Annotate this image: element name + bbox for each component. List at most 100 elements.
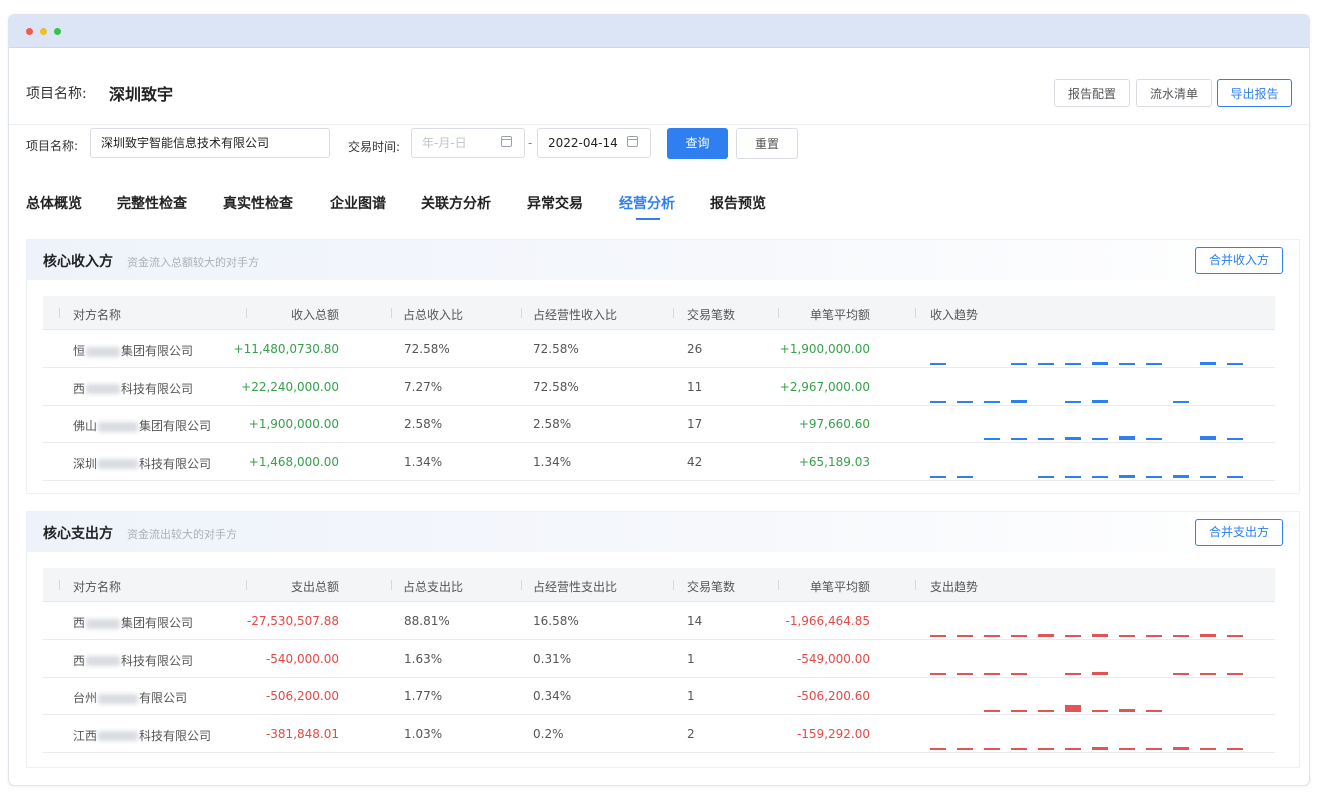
trade-count: 14 — [687, 614, 703, 628]
trend-bar — [1173, 635, 1189, 637]
counterparty-name-prefix: 恒 — [73, 344, 86, 358]
project-label: 项目名称: — [26, 86, 87, 102]
counterparty-name-prefix: 西 — [73, 616, 86, 630]
counterparty-name-prefix: 西 — [73, 653, 86, 668]
trend-bar — [1092, 634, 1108, 637]
average-amount: -549,000.00 — [796, 651, 870, 666]
trend-bar — [1200, 475, 1216, 478]
redacted-name-mask — [98, 459, 139, 469]
trend-bar — [1119, 635, 1135, 637]
column-header[interactable]: 交易笔数 — [687, 578, 735, 595]
counterparty-name-suffix: 科技有限公司 — [121, 653, 194, 668]
trade-count: 1 — [687, 689, 695, 703]
average-amount: +65,189.03 — [798, 454, 870, 469]
column-header[interactable]: 交易笔数 — [687, 306, 735, 323]
column-header[interactable]: 收入趋势 — [930, 306, 978, 323]
table-row[interactable]: 深圳 科技有限公司 +1,468,000.00 1.34% 1.34% 42 +65,189… — [43, 443, 1275, 481]
tab-overview[interactable]: 总体概览 — [26, 193, 82, 213]
counterparty-name-prefix: 深圳 — [73, 456, 98, 471]
trend-bar — [1200, 362, 1216, 365]
column-header[interactable]: 单笔平均额 — [810, 306, 870, 323]
column-header[interactable]: 对方名称 — [73, 306, 121, 323]
project-name-input[interactable]: 深圳致宇智能信息技术有限公司 — [90, 128, 330, 158]
column-separator — [915, 308, 916, 318]
column-separator — [778, 308, 779, 318]
total-amount: +1,900,000.00 — [248, 417, 339, 431]
column-header[interactable]: 占总收入比 — [403, 306, 463, 323]
column-separator — [246, 580, 247, 590]
trend-sparkline — [930, 602, 1250, 639]
average-amount: -159,292.00 — [796, 726, 870, 741]
query-button[interactable]: 查询 — [667, 128, 728, 159]
trend-bar — [1038, 438, 1054, 440]
minimize-window-dot[interactable] — [40, 28, 47, 35]
column-separator — [59, 580, 60, 590]
trend-bar — [1146, 710, 1162, 712]
trend-bar — [1065, 400, 1081, 403]
expense-table-header: 对方名称 支出总额 占总支出比 占经营性支出比 交易笔数 单笔平均额 支出趋势 — [43, 568, 1275, 602]
table-row[interactable]: 江西 科技有限公司 -381,848.01 1.03% 0.2% 2 -159,292.00 — [43, 715, 1275, 753]
date-range-dash: - — [528, 136, 533, 150]
redacted-name-mask — [98, 693, 139, 704]
maximize-window-dot[interactable] — [54, 28, 61, 35]
trend-bar — [957, 635, 973, 637]
table-row[interactable]: 西 科技有限公司 -540,000.00 1.63% 0.31% 1 -549,000.00 — [43, 640, 1275, 678]
app-window: 项目名称: 深圳致宇 报告配置 流水清单 导出报告 项目名称: 深圳致宇智能信息… — [8, 14, 1310, 786]
expense-section-subtitle: 资金流出较大的对手方 — [127, 528, 237, 541]
trade-count: 26 — [687, 342, 703, 356]
column-header[interactable]: 单笔平均额 — [810, 578, 870, 595]
table-row[interactable]: 西 集团有限公司 -27,530,507.88 88.81% 16.58% 14 -1,96… — [43, 602, 1275, 640]
end-date-input[interactable]: 2022-04-14 — [537, 128, 651, 158]
trend-bar — [930, 672, 946, 675]
report-config-button[interactable]: 报告配置 — [1054, 79, 1130, 107]
tab-enterprise-graph[interactable]: 企业图谱 — [330, 193, 386, 213]
merge-income-button[interactable]: 合并收入方 — [1195, 247, 1283, 274]
tab-report-preview[interactable]: 报告预览 — [710, 193, 766, 213]
table-row[interactable]: 台州 有限公司 -506,200.00 1.77% 0.34% 1 -506,200.60 — [43, 677, 1275, 715]
export-report-button[interactable]: 导出报告 — [1217, 79, 1292, 107]
column-header[interactable]: 占总支出比 — [403, 578, 463, 595]
column-header[interactable]: 占经营性收入比 — [533, 306, 617, 323]
trade-count: 2 — [687, 726, 695, 741]
table-row[interactable]: 佛山 集团有限公司 +1,900,000.00 2.58% 2.58% 17 +97,660… — [43, 405, 1275, 443]
trend-bar — [1092, 438, 1108, 440]
income-table: 对方名称 收入总额 占总收入比 占经营性收入比 交易笔数 单笔平均额 收入趋势恒 集团有限公司… — [43, 296, 1275, 481]
redacted-name-mask — [86, 384, 121, 394]
income-table-header: 对方名称 收入总额 占总收入比 占经营性收入比 交易笔数 单笔平均额 收入趋势 — [43, 296, 1275, 330]
start-date-input[interactable]: 年-月-日 — [411, 128, 525, 158]
tab-authenticity-check[interactable]: 真实性检查 — [223, 193, 293, 213]
ratio-of-total: 1.77% — [404, 689, 443, 703]
column-header[interactable]: 收入总额 — [279, 306, 339, 323]
merge-expense-button[interactable]: 合并支出方 — [1195, 519, 1283, 546]
trend-bar — [1119, 747, 1135, 750]
trend-bar — [984, 400, 1000, 403]
redacted-name-mask — [86, 656, 121, 666]
column-header[interactable]: 对方名称 — [73, 578, 121, 595]
trend-bar — [1200, 747, 1216, 750]
expense-section-header: 核心支出方 资金流出较大的对手方 合并支出方 — [27, 512, 1299, 552]
column-separator — [391, 308, 392, 318]
trend-bar — [930, 635, 946, 637]
tab-operation-analysis[interactable]: 经营分析 — [619, 193, 675, 213]
ratio-of-total: 1.34% — [404, 454, 443, 469]
table-row[interactable]: 恒 集团有限公司 +11,480,0730.80 72.58% 72.58% 26 +1,9… — [43, 330, 1275, 368]
transaction-list-button[interactable]: 流水清单 — [1136, 79, 1212, 107]
tab-related-party[interactable]: 关联方分析 — [421, 193, 491, 213]
column-header[interactable]: 支出趋势 — [930, 578, 978, 595]
expense-section: 核心支出方 资金流出较大的对手方 合并支出方 对方名称 支出总额 占总支出比 占经营性… — [26, 511, 1300, 768]
table-row[interactable]: 西 科技有限公司 +22,240,000.00 7.27% 72.58% 11 +2,967… — [43, 368, 1275, 406]
counterparty-name-prefix: 台州 — [73, 691, 98, 705]
redacted-name-mask — [98, 421, 139, 432]
trend-bar — [1038, 363, 1054, 365]
reset-button[interactable]: 重置 — [736, 128, 798, 159]
total-amount: +1,468,000.00 — [248, 454, 339, 469]
column-header[interactable]: 占经营性支出比 — [533, 578, 617, 595]
income-section-subtitle: 资金流入总额较大的对手方 — [127, 256, 259, 269]
trend-bar — [1227, 635, 1243, 637]
close-window-dot[interactable] — [26, 28, 33, 35]
trend-bar — [1092, 746, 1108, 750]
column-header[interactable]: 支出总额 — [279, 578, 339, 595]
tab-integrity-check[interactable]: 完整性检查 — [117, 193, 187, 213]
tab-abnormal-trade[interactable]: 异常交易 — [527, 193, 583, 213]
trend-sparkline — [930, 368, 1250, 405]
